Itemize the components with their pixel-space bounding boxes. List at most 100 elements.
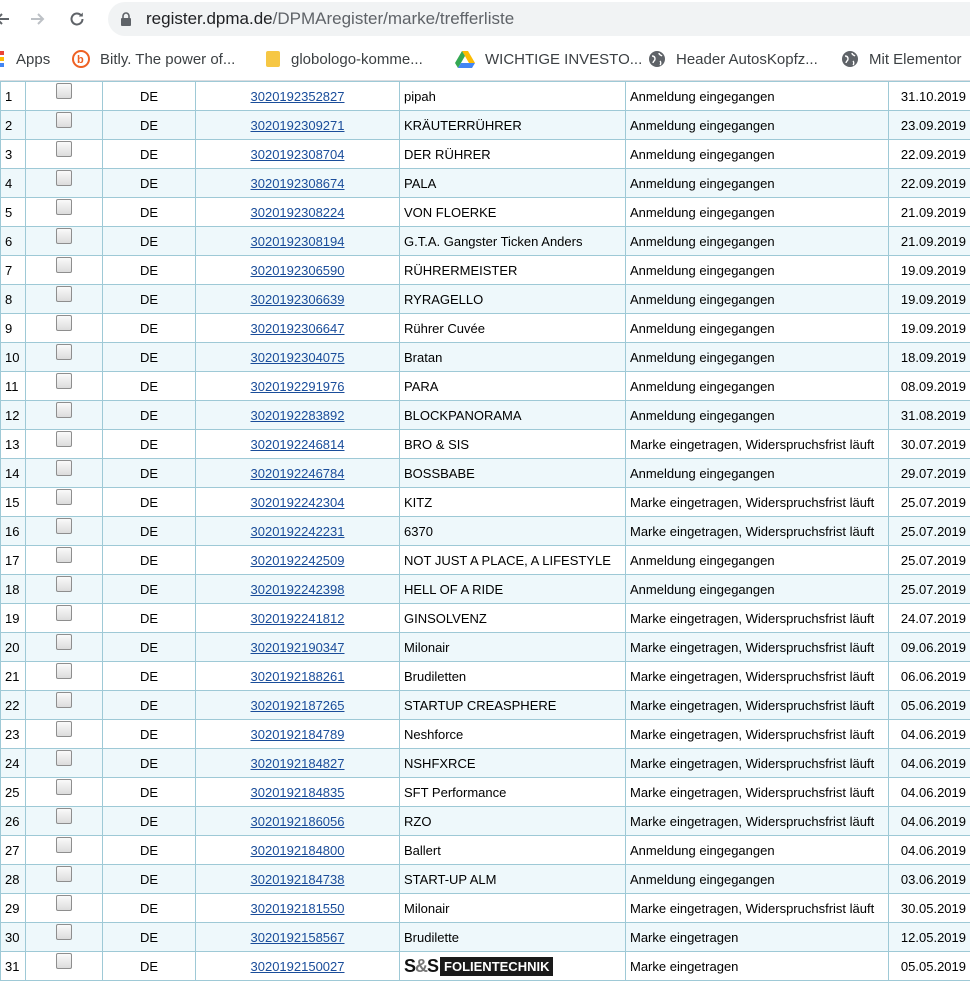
checkbox-box[interactable] bbox=[56, 778, 72, 795]
row-select-checkbox[interactable] bbox=[25, 922, 103, 952]
checkbox-box[interactable] bbox=[56, 82, 72, 99]
address-bar[interactable]: register.dpma.de/DPMAregister/marke/tref… bbox=[108, 2, 970, 36]
checkbox-box[interactable] bbox=[56, 633, 72, 650]
row-select-checkbox[interactable] bbox=[25, 284, 103, 314]
row-select-checkbox[interactable] bbox=[25, 574, 103, 604]
row-select-checkbox[interactable] bbox=[25, 632, 103, 662]
row-select-checkbox[interactable] bbox=[25, 226, 103, 256]
checkbox-box[interactable] bbox=[56, 198, 72, 215]
checkbox-box[interactable] bbox=[56, 401, 72, 418]
file-number-link[interactable]: 3020192190347 bbox=[251, 640, 345, 655]
row-select-checkbox[interactable] bbox=[25, 342, 103, 372]
bookmark-wichtige[interactable]: WICHTIGE INVESTO... bbox=[455, 48, 642, 70]
checkbox-box[interactable] bbox=[56, 720, 72, 737]
row-select-checkbox[interactable] bbox=[25, 429, 103, 459]
checkbox-box[interactable] bbox=[56, 314, 72, 331]
checkbox-box[interactable] bbox=[56, 923, 72, 940]
row-select-checkbox[interactable] bbox=[25, 864, 103, 894]
row-select-checkbox[interactable] bbox=[25, 313, 103, 343]
file-number-link[interactable]: 3020192283892 bbox=[251, 408, 345, 423]
file-number-link[interactable]: 3020192306639 bbox=[251, 292, 345, 307]
checkbox-box[interactable] bbox=[56, 372, 72, 389]
checkbox-box[interactable] bbox=[56, 459, 72, 476]
file-number-link[interactable]: 3020192241812 bbox=[251, 611, 345, 626]
checkbox-box[interactable] bbox=[56, 952, 72, 969]
file-number-link[interactable]: 3020192242509 bbox=[251, 553, 345, 568]
row-select-checkbox[interactable] bbox=[25, 603, 103, 633]
bookmark-globologo[interactable]: globologo-komme... bbox=[265, 48, 423, 70]
checkbox-box[interactable] bbox=[56, 169, 72, 186]
row-select-checkbox[interactable] bbox=[25, 806, 103, 836]
forward-button[interactable] bbox=[24, 6, 50, 32]
row-select-checkbox[interactable] bbox=[25, 487, 103, 517]
file-number-link[interactable]: 3020192308194 bbox=[251, 234, 345, 249]
file-number-link[interactable]: 3020192304075 bbox=[251, 350, 345, 365]
checkbox-box[interactable] bbox=[56, 836, 72, 853]
checkbox-box[interactable] bbox=[56, 865, 72, 882]
row-select-checkbox[interactable] bbox=[25, 371, 103, 401]
row-select-checkbox[interactable] bbox=[25, 748, 103, 778]
row-select-checkbox[interactable] bbox=[25, 777, 103, 807]
file-number-link[interactable]: 3020192242398 bbox=[251, 582, 345, 597]
bookmark-elementor[interactable]: Mit Elementor bbox=[841, 48, 962, 70]
reload-button[interactable] bbox=[64, 6, 90, 32]
row-select-checkbox[interactable] bbox=[25, 893, 103, 923]
checkbox-box[interactable] bbox=[56, 111, 72, 128]
checkbox-box[interactable] bbox=[56, 546, 72, 563]
bookmark-apps[interactable]: Apps bbox=[0, 48, 50, 70]
file-number-link[interactable]: 3020192184789 bbox=[251, 727, 345, 742]
file-number-link[interactable]: 3020192246814 bbox=[251, 437, 345, 452]
file-number-link[interactable]: 3020192184738 bbox=[251, 872, 345, 887]
file-number-link[interactable]: 3020192246784 bbox=[251, 466, 345, 481]
file-number-link[interactable]: 3020192308704 bbox=[251, 147, 345, 162]
bookmark-bitly[interactable]: b Bitly. The power of... bbox=[72, 48, 235, 70]
file-number-link[interactable]: 3020192242304 bbox=[251, 495, 345, 510]
row-select-checkbox[interactable] bbox=[25, 835, 103, 865]
row-select-checkbox[interactable] bbox=[25, 458, 103, 488]
row-select-checkbox[interactable] bbox=[25, 255, 103, 285]
file-number-link[interactable]: 3020192158567 bbox=[251, 930, 345, 945]
checkbox-box[interactable] bbox=[56, 256, 72, 273]
checkbox-box[interactable] bbox=[56, 894, 72, 911]
checkbox-box[interactable] bbox=[56, 662, 72, 679]
row-select-checkbox[interactable] bbox=[25, 951, 103, 981]
row-select-checkbox[interactable] bbox=[25, 690, 103, 720]
file-number-link[interactable]: 3020192306647 bbox=[251, 321, 345, 336]
row-select-checkbox[interactable] bbox=[25, 81, 103, 111]
file-number-link[interactable]: 3020192309271 bbox=[251, 118, 345, 133]
checkbox-box[interactable] bbox=[56, 343, 72, 360]
checkbox-box[interactable] bbox=[56, 517, 72, 534]
file-number-link[interactable]: 3020192291976 bbox=[251, 379, 345, 394]
row-select-checkbox[interactable] bbox=[25, 661, 103, 691]
file-number-link[interactable]: 3020192306590 bbox=[251, 263, 345, 278]
row-select-checkbox[interactable] bbox=[25, 168, 103, 198]
checkbox-box[interactable] bbox=[56, 575, 72, 592]
checkbox-box[interactable] bbox=[56, 285, 72, 302]
file-number-link[interactable]: 3020192188261 bbox=[251, 669, 345, 684]
row-select-checkbox[interactable] bbox=[25, 545, 103, 575]
row-select-checkbox[interactable] bbox=[25, 400, 103, 430]
file-number-link[interactable]: 3020192184827 bbox=[251, 756, 345, 771]
file-number-link[interactable]: 3020192186056 bbox=[251, 814, 345, 829]
row-select-checkbox[interactable] bbox=[25, 197, 103, 227]
file-number-link[interactable]: 3020192181550 bbox=[251, 901, 345, 916]
checkbox-box[interactable] bbox=[56, 691, 72, 708]
row-select-checkbox[interactable] bbox=[25, 516, 103, 546]
checkbox-box[interactable] bbox=[56, 807, 72, 824]
checkbox-box[interactable] bbox=[56, 749, 72, 766]
file-number-link[interactable]: 3020192242231 bbox=[251, 524, 345, 539]
file-number-link[interactable]: 3020192184800 bbox=[251, 843, 345, 858]
checkbox-box[interactable] bbox=[56, 227, 72, 244]
row-select-checkbox[interactable] bbox=[25, 110, 103, 140]
file-number-link[interactable]: 3020192352827 bbox=[251, 89, 345, 104]
row-select-checkbox[interactable] bbox=[25, 139, 103, 169]
back-button[interactable] bbox=[0, 6, 16, 32]
bookmark-header-autos[interactable]: Header AutosKopfz... bbox=[648, 48, 818, 70]
file-number-link[interactable]: 3020192308674 bbox=[251, 176, 345, 191]
file-number-link[interactable]: 3020192308224 bbox=[251, 205, 345, 220]
checkbox-box[interactable] bbox=[56, 430, 72, 447]
file-number-link[interactable]: 3020192187265 bbox=[251, 698, 345, 713]
checkbox-box[interactable] bbox=[56, 488, 72, 505]
checkbox-box[interactable] bbox=[56, 140, 72, 157]
file-number-link[interactable]: 3020192184835 bbox=[251, 785, 345, 800]
